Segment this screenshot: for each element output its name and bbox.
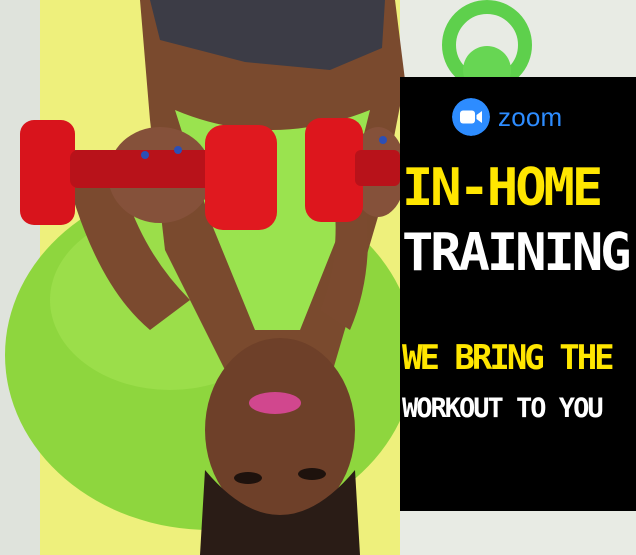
promo-panel: zoom IN-HOME TRAINING WE BRING THE WORKO… xyxy=(400,77,636,511)
zoom-logo: zoom xyxy=(452,97,562,137)
tagline-workout-to-you: WORKOUT TO YOU xyxy=(402,393,604,424)
video-camera-icon xyxy=(452,98,490,136)
headline-in-home: IN-HOME xyxy=(402,158,603,218)
zoom-wordmark: zoom xyxy=(498,101,563,132)
headline-training: TRAINING xyxy=(402,223,631,283)
tagline-we-bring-the: WE BRING THE xyxy=(402,338,615,378)
